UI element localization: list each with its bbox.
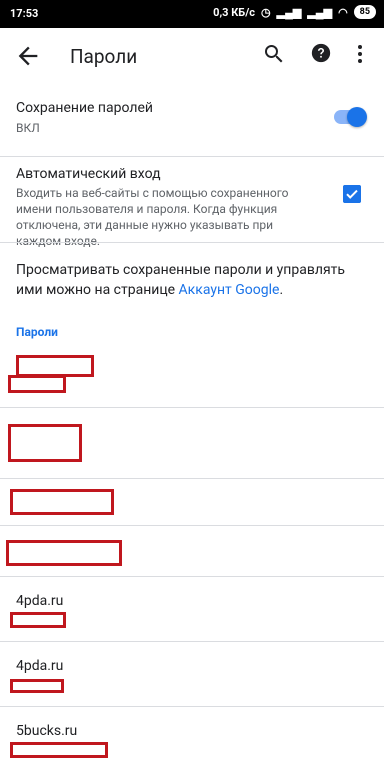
alarm-icon: ◷ [261, 5, 271, 19]
status-icons: 0,3 КБ/с ◷ ▂▄▆ ▂▄▆ ◠ 85 [213, 5, 376, 19]
auto-signin-title: Автоматический вход [16, 166, 161, 182]
info-text-end: . [279, 282, 284, 298]
password-entry[interactable] [0, 408, 384, 478]
redaction-box [8, 424, 82, 462]
status-time: 17:53 [10, 7, 39, 20]
password-entry[interactable] [0, 479, 384, 525]
save-passwords-toggle[interactable] [334, 107, 367, 127]
passwords-section-header: Пароли [16, 325, 58, 339]
redaction-box [8, 375, 66, 393]
password-entry[interactable]: 5bucks.ru [0, 707, 384, 768]
status-bar: 17:53 0,3 КБ/с ◷ ▂▄▆ ▂▄▆ ◠ 85 [0, 0, 384, 28]
google-account-info: Просматривать сохраненные пароли и управ… [0, 258, 384, 308]
password-entry-site: 4pda.ru [16, 658, 64, 674]
divider [0, 156, 384, 157]
toggle-thumb [347, 107, 367, 127]
save-passwords-title: Сохранение паролей [16, 100, 153, 116]
back-arrow-icon[interactable] [14, 42, 42, 70]
auto-signin-checkbox[interactable] [343, 185, 361, 203]
save-passwords-state: ВКЛ [16, 121, 40, 135]
save-passwords-setting[interactable]: Сохранение паролей ВКЛ [0, 84, 384, 156]
password-entry[interactable]: 4pda.ru [0, 642, 384, 706]
password-entry-site: 5bucks.ru [16, 723, 78, 739]
battery-indicator: 85 [353, 5, 376, 19]
redaction-box [10, 679, 64, 693]
info-paragraph: Просматривать сохраненные пароли и управ… [16, 260, 366, 300]
password-entry[interactable]: 4pda.ru [0, 577, 384, 641]
more-vert-icon[interactable] [354, 42, 366, 66]
password-entry-site: 4pda.ru [16, 593, 64, 609]
redaction-box [10, 489, 114, 515]
password-entry[interactable] [0, 345, 384, 407]
signal-icon: ▂▄▆ [276, 5, 302, 19]
page-title: Пароли [70, 45, 138, 68]
wifi-icon: ◠ [338, 5, 348, 19]
network-speed: 0,3 КБ/с [213, 5, 256, 19]
redaction-box [10, 742, 108, 758]
auto-signin-description: Входить на веб-сайты с помощью сохраненн… [16, 186, 289, 248]
password-entry[interactable] [0, 526, 384, 576]
redaction-box [6, 540, 122, 566]
redaction-box [10, 612, 66, 628]
toolbar: Пароли [0, 28, 384, 84]
help-icon[interactable] [310, 42, 332, 64]
auto-signin-setting[interactable]: Автоматический вход Входить на веб-сайты… [0, 158, 384, 248]
divider [0, 242, 384, 243]
search-icon[interactable] [262, 42, 286, 66]
redaction-box [16, 355, 94, 377]
signal-icon-2: ▂▄▆ [307, 5, 333, 19]
google-account-link[interactable]: Аккаунт Google [179, 282, 280, 298]
